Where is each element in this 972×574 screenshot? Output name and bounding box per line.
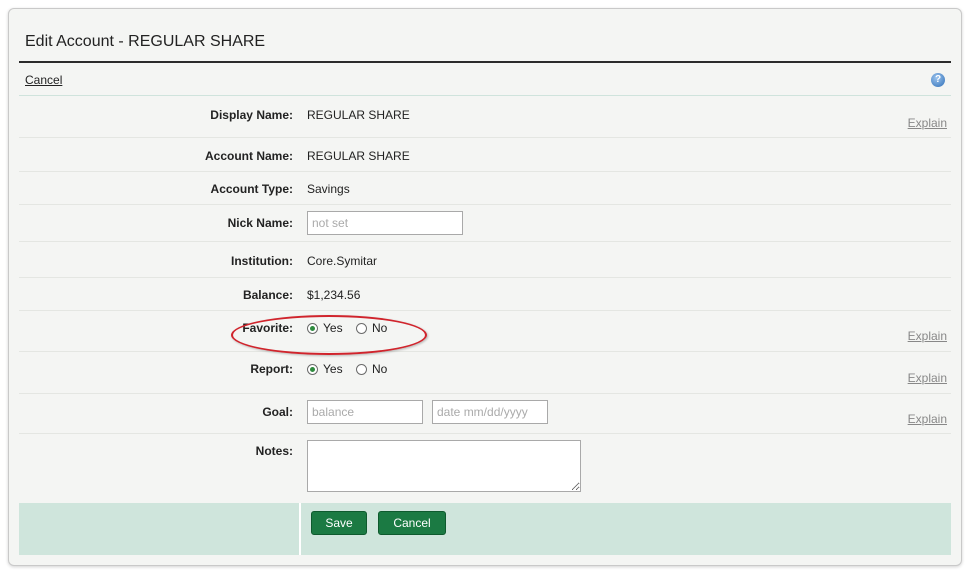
favorite-row: Favorite: Yes No Explain xyxy=(19,311,951,352)
page-title: Edit Account - REGULAR SHARE xyxy=(25,33,266,50)
nick-name-label: Nick Name: xyxy=(227,216,293,230)
edit-account-panel: Edit Account - REGULAR SHARE Cancel ? Di… xyxy=(8,8,962,566)
report-label: Report: xyxy=(250,362,293,376)
favorite-no-radio[interactable] xyxy=(356,322,367,334)
save-button[interactable]: Save xyxy=(311,511,367,535)
report-yes-radio[interactable] xyxy=(307,363,318,375)
account-name-label: Account Name: xyxy=(204,149,293,163)
nick-name-input[interactable] xyxy=(307,211,463,235)
goal-row: Goal: Explain xyxy=(19,394,951,434)
goal-date-input[interactable] xyxy=(432,400,548,424)
form-footer: Save Cancel xyxy=(19,503,951,555)
goal-label: Goal: xyxy=(262,405,293,419)
balance-row: Balance: $1,234.56 xyxy=(19,278,951,311)
report-no-option[interactable]: No xyxy=(356,362,387,376)
institution-row: Institution: Core.Symitar xyxy=(19,242,951,278)
account-form: Display Name: REGULAR SHARE Explain Acco… xyxy=(19,96,951,502)
report-yes-option[interactable]: Yes xyxy=(307,362,343,376)
report-explain-link[interactable]: Explain xyxy=(908,371,947,385)
goal-explain-link[interactable]: Explain xyxy=(908,412,947,426)
report-row: Report: Yes No Explain xyxy=(19,352,951,394)
help-icon[interactable]: ? xyxy=(931,73,945,87)
account-name-value: REGULAR SHARE xyxy=(307,149,410,163)
display-name-label: Display Name: xyxy=(210,108,293,122)
footer-separator xyxy=(299,503,301,555)
report-no-label: No xyxy=(372,362,388,376)
account-type-value: Savings xyxy=(307,182,350,196)
nick-name-row: Nick Name: xyxy=(19,205,951,242)
favorite-yes-radio[interactable] xyxy=(307,322,318,334)
balance-label: Balance: xyxy=(242,288,293,302)
notes-textarea[interactable] xyxy=(307,440,581,492)
report-no-radio[interactable] xyxy=(356,363,367,375)
balance-value: $1,234.56 xyxy=(307,288,361,302)
favorite-no-option[interactable]: No xyxy=(356,321,387,335)
title-divider xyxy=(19,61,951,63)
notes-row: Notes: xyxy=(19,434,951,502)
favorite-yes-option[interactable]: Yes xyxy=(307,321,343,335)
favorite-no-label: No xyxy=(372,321,388,335)
notes-label: Notes: xyxy=(255,444,293,458)
display-name-value: REGULAR SHARE xyxy=(307,108,410,122)
favorite-yes-label: Yes xyxy=(323,321,343,335)
cancel-link[interactable]: Cancel xyxy=(25,73,62,87)
goal-balance-input[interactable] xyxy=(307,400,423,424)
account-name-row: Account Name: REGULAR SHARE xyxy=(19,138,951,172)
favorite-label: Favorite: xyxy=(242,321,293,335)
display-name-explain-link[interactable]: Explain xyxy=(908,116,947,130)
favorite-explain-link[interactable]: Explain xyxy=(908,329,947,343)
institution-value: Core.Symitar xyxy=(307,254,378,268)
report-yes-label: Yes xyxy=(323,362,343,376)
account-type-label: Account Type: xyxy=(210,182,293,196)
display-name-row: Display Name: REGULAR SHARE Explain xyxy=(19,96,951,138)
cancel-button[interactable]: Cancel xyxy=(378,511,446,535)
institution-label: Institution: xyxy=(231,254,293,268)
account-type-row: Account Type: Savings xyxy=(19,172,951,205)
